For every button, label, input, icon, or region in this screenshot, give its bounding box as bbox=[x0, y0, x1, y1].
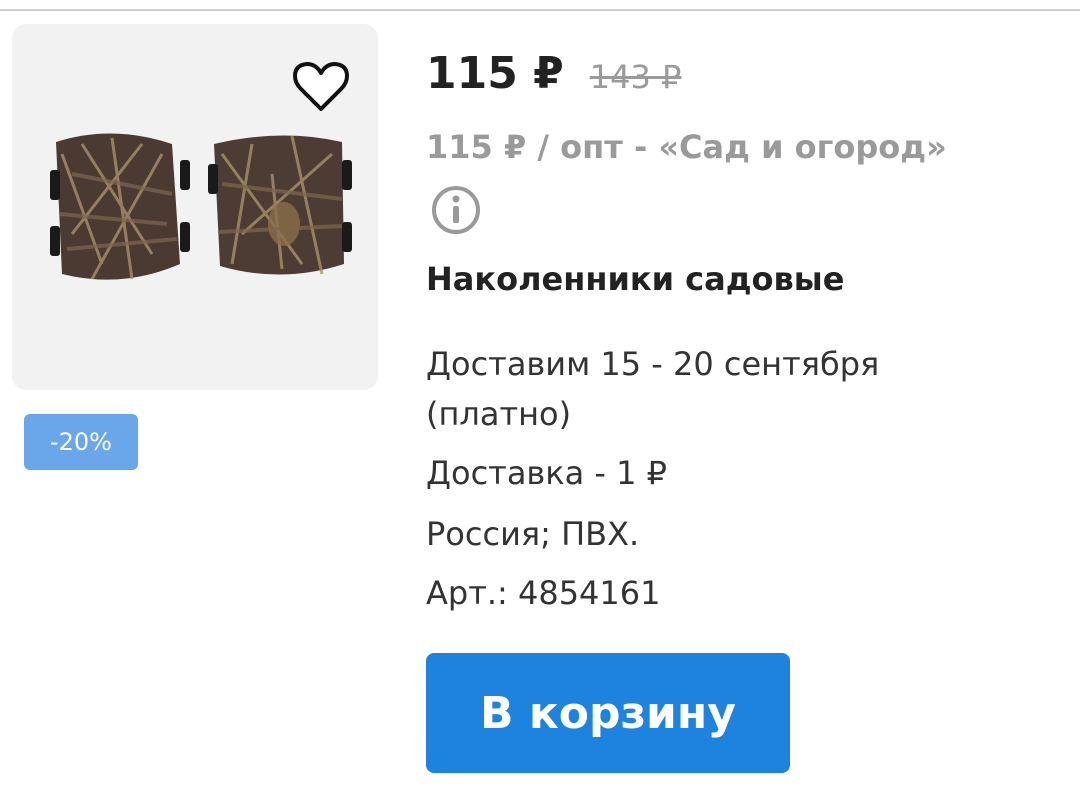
heart-outline-icon bbox=[293, 62, 349, 111]
info-button[interactable] bbox=[430, 184, 482, 236]
delivery-cost: Доставка - 1 ₽ bbox=[426, 454, 667, 492]
origin-material: Россия; ПВХ. bbox=[426, 515, 640, 553]
add-to-cart-button[interactable]: В корзину bbox=[426, 653, 790, 773]
delivery-paid-note: (платно) bbox=[426, 395, 572, 433]
product-title[interactable]: Наколенники садовые bbox=[426, 260, 844, 298]
price-old: 143 ₽ bbox=[589, 58, 682, 96]
product-card: -20% 115 ₽ 143 ₽ 115 ₽ / опт - «Сад и ог… bbox=[0, 0, 1080, 812]
discount-badge: -20% bbox=[24, 414, 138, 470]
article-number: Арт.: 4854161 bbox=[426, 574, 661, 612]
delivery-date: Доставим 15 - 20 сентября bbox=[426, 345, 880, 383]
price-current: 115 ₽ bbox=[426, 48, 564, 99]
wholesale-price: 115 ₽ / опт - «Сад и огород» bbox=[426, 128, 947, 166]
product-image bbox=[50, 133, 352, 280]
info-circle-icon bbox=[432, 186, 480, 234]
favorite-button[interactable] bbox=[290, 56, 352, 118]
price-row: 115 ₽ 143 ₽ bbox=[426, 48, 681, 99]
